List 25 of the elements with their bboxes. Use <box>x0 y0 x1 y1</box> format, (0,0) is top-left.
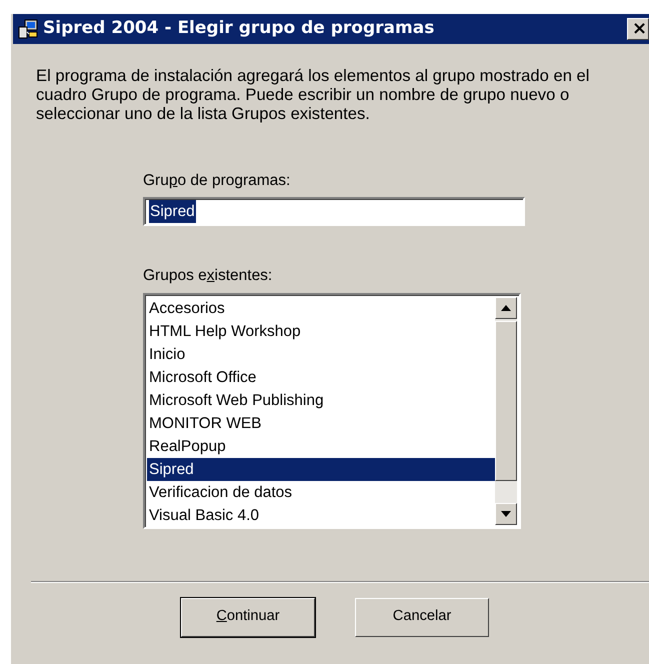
scroll-down-button[interactable] <box>495 502 517 524</box>
list-item[interactable]: RealPopup <box>147 434 495 458</box>
description-text: El programa de instalación agregará los elementos al grupo mostrado en el cuadro Grupo de programa. Puede escribir un nombre de grupo nuevo o seleccionar uno de la lista Grupos existentes. <box>36 66 590 123</box>
list-item[interactable]: Inicio <box>147 342 495 366</box>
list-item[interactable]: MONITOR WEB <box>147 412 495 434</box>
down-arrow-icon <box>501 510 511 516</box>
list-item[interactable]: HTML Help Workshop <box>147 320 495 342</box>
list-item[interactable]: Accesorios <box>147 296 495 320</box>
field-label: Grupo de programas: <box>143 171 292 191</box>
continue-button[interactable]: Continuar <box>181 598 315 636</box>
list-item[interactable]: Microsoft Web Publishing <box>147 388 495 412</box>
scrollbar[interactable] <box>495 296 517 524</box>
list-item[interactable]: Visual Basic 4.0 <box>147 504 495 526</box>
list-item[interactable]: Microsoft Office <box>147 366 495 388</box>
list-label: Grupos existentes: <box>143 266 274 286</box>
close-button[interactable]: × <box>627 18 649 40</box>
list-item[interactable]: Sipred <box>147 458 495 480</box>
list-item[interactable]: Verificacion de datos <box>147 480 495 504</box>
up-arrow-icon <box>501 304 511 310</box>
cancel-button[interactable]: Cancelar <box>355 598 489 636</box>
scroll-up-button[interactable] <box>495 296 517 318</box>
program-group-field[interactable]: Sipred <box>143 197 525 226</box>
setup-computer-icon <box>17 18 39 40</box>
window-title: Sipred 2004 - Elegir grupo de programas <box>43 17 434 40</box>
scroll-thumb[interactable] <box>495 320 517 480</box>
